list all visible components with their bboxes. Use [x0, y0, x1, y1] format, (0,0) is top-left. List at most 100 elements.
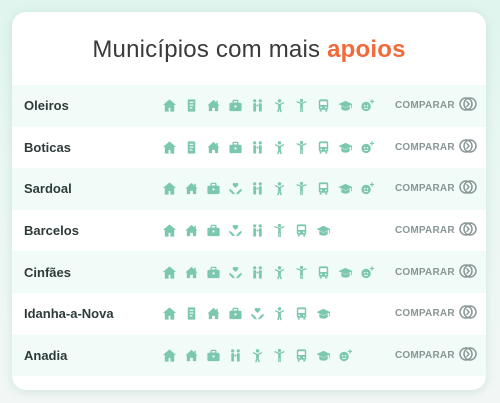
person-icon [290, 98, 312, 114]
bus-icon [290, 306, 312, 322]
elderly-plus-icon [334, 347, 356, 363]
person-icon [268, 347, 290, 363]
family-icon [246, 139, 268, 155]
hands-heart-icon [224, 264, 246, 280]
house-icon [158, 306, 180, 322]
person-icon [290, 181, 312, 197]
compare-icon [455, 96, 477, 115]
compare-button[interactable]: COMPARAR [395, 96, 477, 115]
card-title: Municípios com mais apoios [12, 36, 486, 70]
compare-label: COMPARAR [395, 183, 455, 195]
bus-icon [290, 223, 312, 239]
home-icon [180, 223, 202, 239]
document-icon [180, 139, 202, 155]
bus-icon [290, 347, 312, 363]
elderly-plus-icon [356, 139, 378, 155]
compare-label: COMPARAR [395, 266, 455, 278]
home-icon [202, 98, 224, 114]
home-icon [180, 347, 202, 363]
compare-icon [455, 346, 477, 365]
municipality-row: Sardoal COMPARAR [12, 168, 486, 210]
compare-label: COMPARAR [395, 308, 455, 320]
bus-icon [312, 181, 334, 197]
document-icon [180, 98, 202, 114]
family-icon [246, 223, 268, 239]
municipality-row: Cinfães COMPARAR [12, 251, 486, 293]
person-icon [290, 139, 312, 155]
compare-button[interactable]: COMPARAR [395, 221, 477, 240]
support-icons [158, 251, 378, 293]
compare-button[interactable]: COMPARAR [395, 304, 477, 323]
home-icon [202, 306, 224, 322]
hands-heart-icon [246, 306, 268, 322]
hands-heart-icon [224, 223, 246, 239]
elderly-plus-icon [356, 98, 378, 114]
elderly-plus-icon [356, 264, 378, 280]
municipality-name: Idanha-a-Nova [24, 306, 114, 322]
elderly-plus-icon [356, 181, 378, 197]
compare-label: COMPARAR [395, 225, 455, 237]
compare-icon [455, 179, 477, 198]
support-icons [158, 85, 378, 127]
municipality-name: Cinfães [24, 264, 71, 280]
child-icon [268, 98, 290, 114]
briefcase-icon [224, 98, 246, 114]
municipalities-card: Municípios com mais apoios Oleiros COMPAR… [12, 12, 486, 390]
support-icons [158, 210, 334, 252]
briefcase-icon [202, 347, 224, 363]
graduation-cap-icon [334, 98, 356, 114]
briefcase-icon [202, 223, 224, 239]
briefcase-icon [202, 264, 224, 280]
person-icon [268, 223, 290, 239]
graduation-cap-icon [334, 139, 356, 155]
compare-label: COMPARAR [395, 100, 455, 112]
municipality-name: Oleiros [24, 98, 69, 114]
bus-icon [312, 264, 334, 280]
home-icon [180, 264, 202, 280]
compare-icon [455, 138, 477, 157]
support-icons [158, 293, 334, 335]
compare-icon [455, 221, 477, 240]
child-icon [268, 264, 290, 280]
compare-button[interactable]: COMPARAR [395, 179, 477, 198]
compare-button[interactable]: COMPARAR [395, 138, 477, 157]
support-icons [158, 168, 378, 210]
graduation-cap-icon [312, 306, 334, 322]
family-icon [224, 347, 246, 363]
municipality-name: Sardoal [24, 181, 72, 197]
municipality-name: Boticas [24, 139, 71, 155]
family-icon [246, 181, 268, 197]
municipality-name: Anadia [24, 347, 68, 363]
child-icon [268, 181, 290, 197]
house-icon [158, 139, 180, 155]
municipality-list: Oleiros COMPARAR Boticas COMPARAR Sardoal COM… [12, 85, 486, 377]
compare-icon [455, 304, 477, 323]
municipality-row: Idanha-a-Nova COMPARAR [12, 293, 486, 335]
compare-label: COMPARAR [395, 349, 455, 361]
home-icon [180, 181, 202, 197]
house-icon [158, 264, 180, 280]
briefcase-icon [224, 139, 246, 155]
title-highlight: apoios [327, 36, 406, 63]
municipality-row: Oleiros COMPARAR [12, 85, 486, 127]
bus-icon [312, 139, 334, 155]
compare-icon [455, 263, 477, 282]
family-icon [246, 264, 268, 280]
bus-icon [312, 98, 334, 114]
house-icon [158, 98, 180, 114]
graduation-cap-icon [312, 347, 334, 363]
municipality-row: Barcelos COMPARAR [12, 210, 486, 252]
child-icon [268, 139, 290, 155]
compare-button[interactable]: COMPARAR [395, 263, 477, 282]
title-prefix: Municípios com mais [92, 36, 321, 63]
family-icon [246, 98, 268, 114]
hands-heart-icon [224, 181, 246, 197]
compare-button[interactable]: COMPARAR [395, 346, 477, 365]
municipality-row: Anadia COMPARAR [12, 334, 486, 377]
house-icon [158, 181, 180, 197]
support-icons [158, 127, 378, 169]
person-icon [290, 264, 312, 280]
child-icon [268, 306, 290, 322]
support-icons [158, 335, 356, 377]
briefcase-icon [224, 306, 246, 322]
